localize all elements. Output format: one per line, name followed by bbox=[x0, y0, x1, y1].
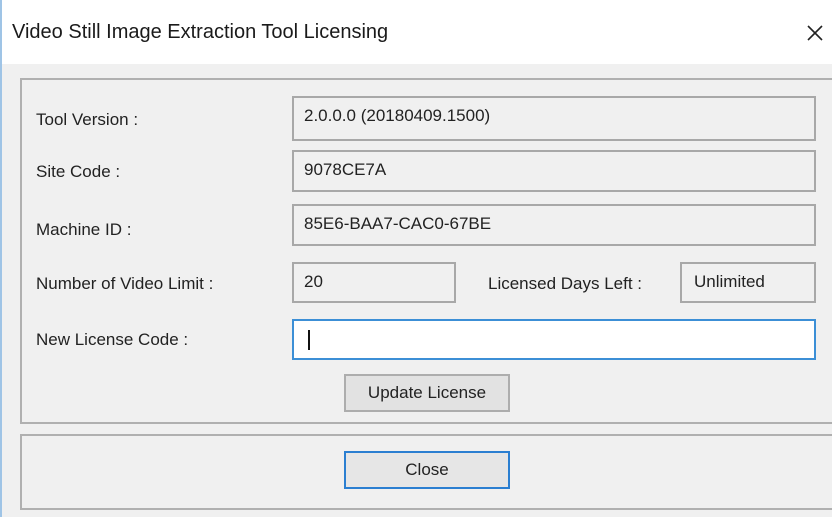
tool-version-field: 2.0.0.0 (20180409.1500) bbox=[292, 96, 816, 141]
update-license-button[interactable]: Update License bbox=[344, 374, 510, 412]
days-left-field: Unlimited bbox=[680, 262, 816, 303]
video-limit-label: Number of Video Limit : bbox=[36, 274, 214, 293]
machine-id-label: Machine ID : bbox=[36, 220, 132, 239]
window-title: Video Still Image Extraction Tool Licens… bbox=[12, 21, 389, 43]
tool-version-label: Tool Version : bbox=[36, 110, 139, 129]
site-code-label: Site Code : bbox=[36, 162, 121, 181]
new-license-input[interactable] bbox=[292, 319, 816, 360]
close-button[interactable]: Close bbox=[344, 451, 510, 489]
video-limit-field: 20 bbox=[292, 262, 456, 303]
licensing-dialog: Video Still Image Extraction Tool Licens… bbox=[0, 0, 832, 517]
machine-id-field: 85E6-BAA7-CAC0-67BE bbox=[292, 204, 816, 246]
close-icon[interactable] bbox=[798, 14, 832, 50]
days-left-label: Licensed Days Left : bbox=[488, 274, 643, 293]
text-caret bbox=[308, 330, 310, 350]
site-code-field: 9078CE7A bbox=[292, 150, 816, 192]
new-license-label: New License Code : bbox=[36, 330, 189, 349]
title-bar[interactable]: Video Still Image Extraction Tool Licens… bbox=[2, 0, 832, 64]
